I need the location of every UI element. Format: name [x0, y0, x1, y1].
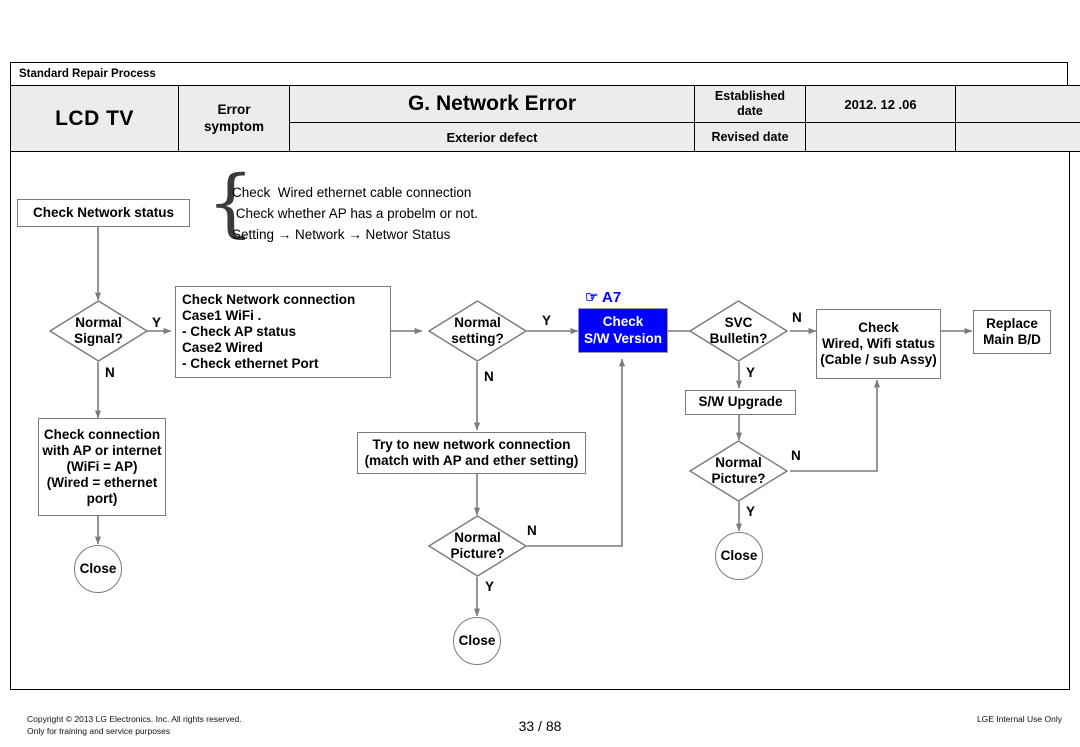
- main-title-cell: G. Network Error: [289, 85, 695, 123]
- node-check-wired-wifi-status[interactable]: Check Wired, Wifi status (Cable / sub As…: [816, 309, 941, 379]
- label-y-svc-bulletin: Y: [746, 365, 756, 380]
- flow-connectors: [94, 227, 973, 617]
- a7-reference-marker[interactable]: ☞ A7: [585, 288, 621, 306]
- node-sw-upgrade[interactable]: S/W Upgrade: [685, 390, 796, 415]
- model-cell: LCD TV: [10, 85, 179, 152]
- revised-date-label: Revised date: [694, 122, 806, 152]
- internal-use-notice: LGE Internal Use Only: [976, 714, 1062, 724]
- flowchart-canvas: Check Network status { Check Wired ether…: [10, 152, 1070, 690]
- label-y-normal-setting: Y: [542, 313, 552, 328]
- node-label: Try to new network connection (match wit…: [364, 436, 579, 468]
- node-label: Close: [79, 560, 117, 576]
- process-title-bar: Standard Repair Process: [10, 62, 1068, 86]
- label-n-normal-signal: N: [105, 365, 115, 380]
- label-y-normal-picture-right: Y: [746, 504, 756, 519]
- label-y-normal-picture-center: Y: [485, 579, 495, 594]
- node-check-network-status[interactable]: Check Network status: [17, 199, 190, 227]
- node-try-new-network-connection[interactable]: Try to new network connection (match wit…: [357, 432, 586, 474]
- diamond-normal-picture-right-shape: [689, 440, 788, 502]
- process-title: Standard Repair Process: [19, 68, 156, 80]
- diamond-normal-picture-center-shape: [428, 515, 527, 577]
- header-table: LCD TV Error symptom G. Network Error Es…: [10, 85, 1080, 152]
- node-close-left[interactable]: Close: [74, 545, 122, 593]
- node-close-right[interactable]: Close: [715, 532, 763, 580]
- label-n-normal-picture-center: N: [527, 523, 537, 538]
- annotation-text: Check Wired ethernet cable connection Ch…: [232, 185, 478, 242]
- established-date-value: 2012. 12 .06: [805, 85, 956, 123]
- slide-page: Standard Repair Process LCD TV Error sym…: [0, 0, 1080, 747]
- label-n-normal-picture-right: N: [791, 448, 801, 463]
- node-label: Check Network status: [32, 204, 175, 220]
- header-row-top: LCD TV Error symptom G. Network Error Es…: [10, 85, 1080, 152]
- label-n-svc-bulletin: N: [792, 310, 802, 325]
- node-replace-main-bd[interactable]: Replace Main B/D: [973, 310, 1051, 354]
- established-date-label: Established date: [694, 85, 806, 123]
- node-label: Check S/W Version: [583, 314, 663, 346]
- node-label: Close: [720, 547, 758, 563]
- header-blank-bottom: [955, 122, 1080, 152]
- main-subtitle-cell: Exterior defect: [289, 122, 695, 152]
- node-label: Replace Main B/D: [983, 315, 1041, 347]
- label-n-normal-setting: N: [484, 369, 494, 384]
- node-label: S/W Upgrade: [698, 394, 783, 410]
- node-label: Check Wired, Wifi status (Cable / sub As…: [820, 319, 937, 368]
- node-label: Close: [458, 632, 496, 648]
- revised-date-value: [805, 122, 956, 152]
- document-header: Standard Repair Process LCD TV Error sym…: [10, 62, 1080, 152]
- header-blank-top: [955, 85, 1080, 123]
- page-number: 33 / 88: [518, 718, 562, 734]
- node-close-center[interactable]: Close: [453, 617, 501, 665]
- node-label: Check connection with AP or internet (Wi…: [42, 426, 162, 507]
- diamond-svc-bulletin-shape: [689, 300, 788, 362]
- node-check-sw-version[interactable]: Check S/W Version: [578, 308, 668, 353]
- diamond-normal-setting-shape: [428, 300, 527, 362]
- node-label: Check Network connection Case1 WiFi . - …: [182, 291, 356, 372]
- node-check-network-connection[interactable]: Check Network connection Case1 WiFi . - …: [175, 286, 391, 378]
- label-y-normal-signal: Y: [152, 315, 162, 330]
- diamond-normal-signal-shape: [49, 300, 148, 362]
- error-symptom-label: Error symptom: [178, 85, 290, 152]
- node-check-connection-ap[interactable]: Check connection with AP or internet (Wi…: [38, 418, 166, 516]
